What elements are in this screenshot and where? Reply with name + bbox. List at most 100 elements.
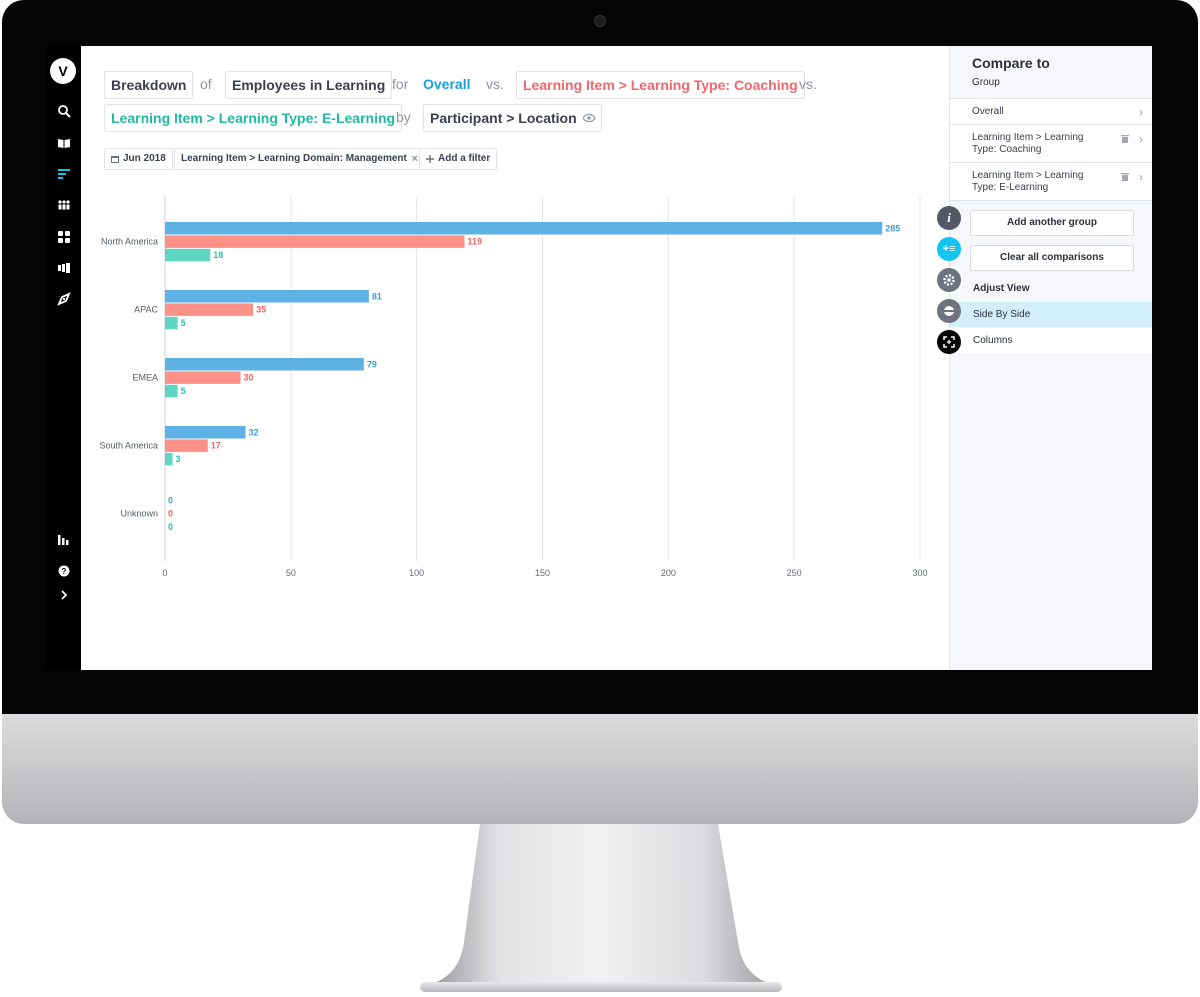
date-filter-label: Jun 2018 [123,153,166,164]
chevron-right-icon[interactable]: › [1139,132,1143,146]
bar[interactable] [165,384,178,398]
clear-comparisons-button[interactable]: Clear all comparisons [970,245,1134,271]
compare-row-coaching[interactable]: Learning Item > Learning Type: Coaching … [950,124,1152,162]
category-label: South America [99,441,158,451]
vs-label-2: vs. [799,76,817,92]
value-label: 81 [372,291,382,301]
compare-row-elearning[interactable]: Learning Item > Learning Type: E-Learnin… [950,162,1152,201]
remove-filter-icon[interactable]: × [411,149,417,169]
search-icon[interactable] [55,102,73,120]
add-group-button[interactable]: Add another group [970,210,1134,236]
value-label: 79 [367,359,377,369]
bar[interactable] [165,290,369,303]
view-option-columns[interactable]: Columns [950,328,1152,353]
chart-labels: 0 50 100 150 200 250 300North America28511918A… [99,223,927,578]
group-overall-link[interactable]: Overall [423,71,470,97]
vs-label-1: vs. [486,76,504,92]
for-label: for [392,76,409,92]
fullscreen-icon [943,336,955,348]
group-elearning-selector[interactable]: Learning Item > Learning Type: E-Learnin… [104,104,403,132]
value-label: 30 [244,373,254,383]
view-option-label: Columns [973,335,1013,346]
adjust-view-heading: Adjust View [973,283,1030,294]
compare-row-label-line1: Learning Item > Learning [972,132,1084,143]
columns-view-button[interactable] [937,330,961,354]
expand-icon[interactable] [55,586,73,604]
by-label: by [396,109,411,125]
value-label: 17 [211,441,221,451]
x-tick-label: 200 [661,568,676,578]
compare-row-label-line1: Learning Item > Learning [972,170,1084,181]
bar-chart: 0 50 100 150 200 250 300North America28511918A… [99,196,928,578]
bar-chart-icon[interactable] [55,531,73,549]
people-icon[interactable] [55,196,73,214]
dimension-selector[interactable]: Participant > Location [423,104,602,132]
value-label: 3 [176,454,181,464]
bar[interactable] [165,358,364,371]
trash-icon[interactable] [1121,172,1129,181]
help-icon[interactable]: ? [55,562,73,580]
bar[interactable] [165,426,246,439]
bar[interactable] [165,452,173,466]
side-by-side-view-button[interactable] [937,299,961,323]
add-comparison-button[interactable]: +≡ [937,237,961,261]
trash-icon[interactable] [1121,134,1129,143]
explore-icon[interactable] [55,290,73,308]
metric-selector[interactable]: Employees in Learning [225,71,393,99]
half-circle-icon [944,306,954,316]
value-label: 32 [249,427,259,437]
compare-panel: Compare to Group Overall › Learning Item… [949,46,1152,670]
book-icon[interactable] [55,134,73,152]
value-label: 119 [467,237,482,247]
value-label: 18 [213,250,223,260]
compare-row-label: Overall [972,106,1004,117]
compare-row-label-line2: Type: Coaching [972,144,1042,155]
panel-subtitle: Group [972,77,1000,88]
bar[interactable] [165,222,883,235]
settings-button[interactable] [937,268,961,292]
value-label: 0 [168,495,173,505]
date-filter-chip[interactable]: Jun 2018 [104,148,173,170]
info-button[interactable]: i [937,206,961,230]
category-label: Unknown [120,509,158,519]
category-label: APAC [134,305,158,315]
chevron-right-icon[interactable]: › [1139,170,1143,184]
chart-gridlines [164,196,921,561]
category-label: EMEA [132,373,158,383]
x-tick-label: 150 [535,568,550,578]
value-label: 0 [168,522,173,532]
value-label: 285 [885,223,900,233]
view-option-side-by-side[interactable]: Side By Side [950,302,1152,327]
add-filter-button[interactable]: Add a filter [419,148,498,170]
plus-icon [426,155,434,163]
app-screen: 0 50 100 150 200 250 300 North America 285 119 18 A… [46,46,1152,670]
sidebar: V ? [46,46,81,670]
group-coaching-selector[interactable]: Learning Item > Learning Type: Coaching [516,71,805,99]
chevron-right-icon[interactable]: › [1139,105,1143,119]
panel-title: Compare to [972,55,1050,71]
metric-type-selector[interactable]: Breakdown [104,71,194,99]
value-label: 0 [168,509,173,519]
gear-icon [943,274,955,286]
app-logo[interactable]: V [50,58,76,84]
bar[interactable] [165,371,241,384]
eye-icon[interactable] [582,113,595,123]
bar[interactable] [165,303,254,316]
compare-row-overall[interactable]: Overall › [950,98,1152,124]
x-tick-label: 300 [912,568,927,578]
camera-icon [594,15,606,27]
bar[interactable] [165,316,178,330]
of-label: of [200,76,212,92]
monitor-chin [2,714,1198,824]
breakdown-icon[interactable] [55,165,73,183]
domain-filter-chip[interactable]: Learning Item > Learning Domain: Managem… [174,148,424,170]
bar[interactable] [165,248,211,262]
grid-icon[interactable] [55,228,73,246]
view-option-label: Side By Side [973,309,1031,320]
bar[interactable] [165,439,208,452]
compare-icon[interactable] [55,259,73,277]
bar[interactable] [165,235,465,248]
x-tick-label: 50 [286,568,296,578]
category-label: North America [101,237,158,247]
value-label: 35 [256,305,266,315]
